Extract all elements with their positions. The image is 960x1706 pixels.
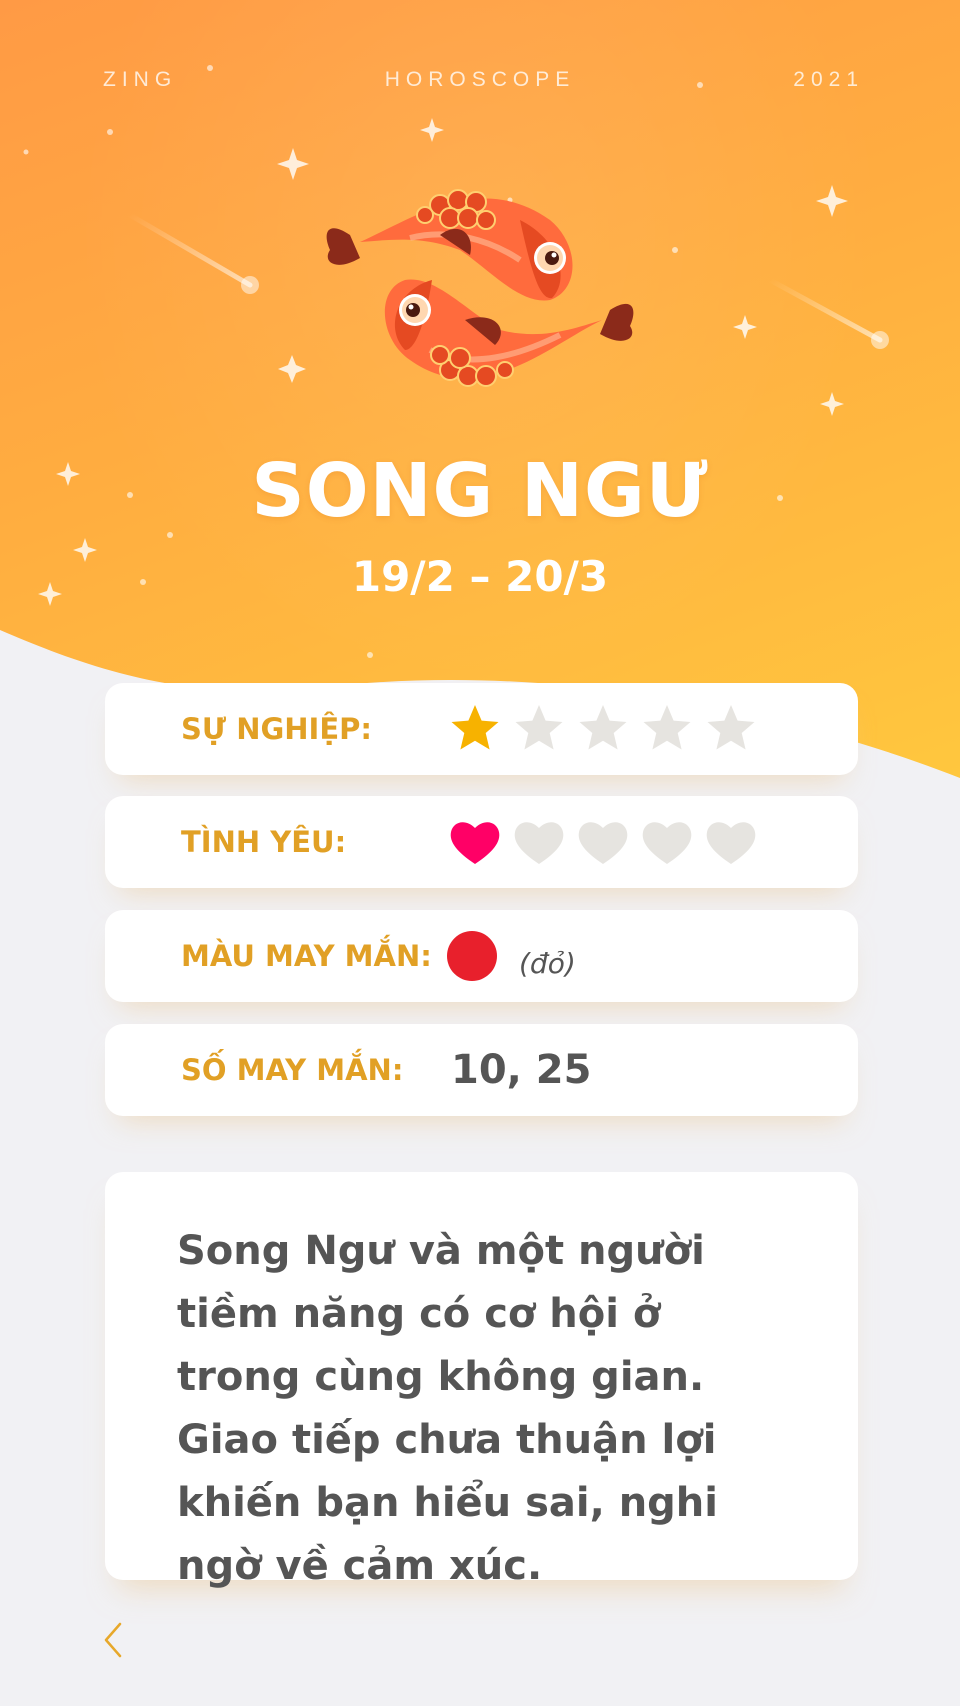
career-card: SỰ NGHIỆP: — [105, 683, 858, 775]
description-text: Song Ngư và một người tiềm năng có cơ hộ… — [177, 1228, 718, 1589]
love-rating — [447, 796, 767, 888]
career-label: SỰ NGHIỆP: — [181, 712, 373, 746]
lucky-number-value-wrap: 10, 25 — [447, 1024, 591, 1116]
star-icon — [515, 705, 563, 750]
love-card: TÌNH YÊU: — [105, 796, 858, 888]
lucky-number-value: 10, 25 — [451, 1047, 592, 1093]
lucky-color-card: MÀU MAY MẮN: (đỏ) — [105, 910, 858, 1002]
lucky-color-swatch — [447, 931, 497, 981]
star-icon — [451, 705, 499, 750]
heart-icon — [706, 822, 756, 864]
lucky-number-label: SỐ MAY MẮN: — [181, 1053, 404, 1087]
lucky-color-value: (đỏ) — [447, 910, 576, 1002]
sign-name: SONG NGƯ — [251, 448, 709, 534]
lucky-number-card: SỐ MAY MẮN: 10, 25 — [105, 1024, 858, 1116]
top-bar: ZING HOROSCOPE 2021 — [0, 68, 960, 98]
heart-icon — [514, 822, 564, 864]
lucky-color-label: MÀU MAY MẮN: — [181, 939, 432, 973]
star-icon — [707, 705, 755, 750]
love-label: TÌNH YÊU: — [181, 825, 347, 859]
star-icon — [643, 705, 691, 750]
lucky-color-name: (đỏ) — [519, 946, 576, 980]
career-rating — [447, 683, 767, 775]
description-card: Song Ngư và một người tiềm năng có cơ hộ… — [105, 1172, 858, 1589]
heart-icon — [578, 822, 628, 864]
heart-icon — [642, 822, 692, 864]
chevron-left-icon[interactable] — [98, 1620, 128, 1660]
year-label: 2021 — [793, 68, 864, 91]
pisces-fish-icon — [326, 189, 634, 387]
sign-dates: 19/2 – 20/3 — [351, 552, 609, 601]
heart-icon — [450, 822, 500, 864]
star-icon — [579, 705, 627, 750]
